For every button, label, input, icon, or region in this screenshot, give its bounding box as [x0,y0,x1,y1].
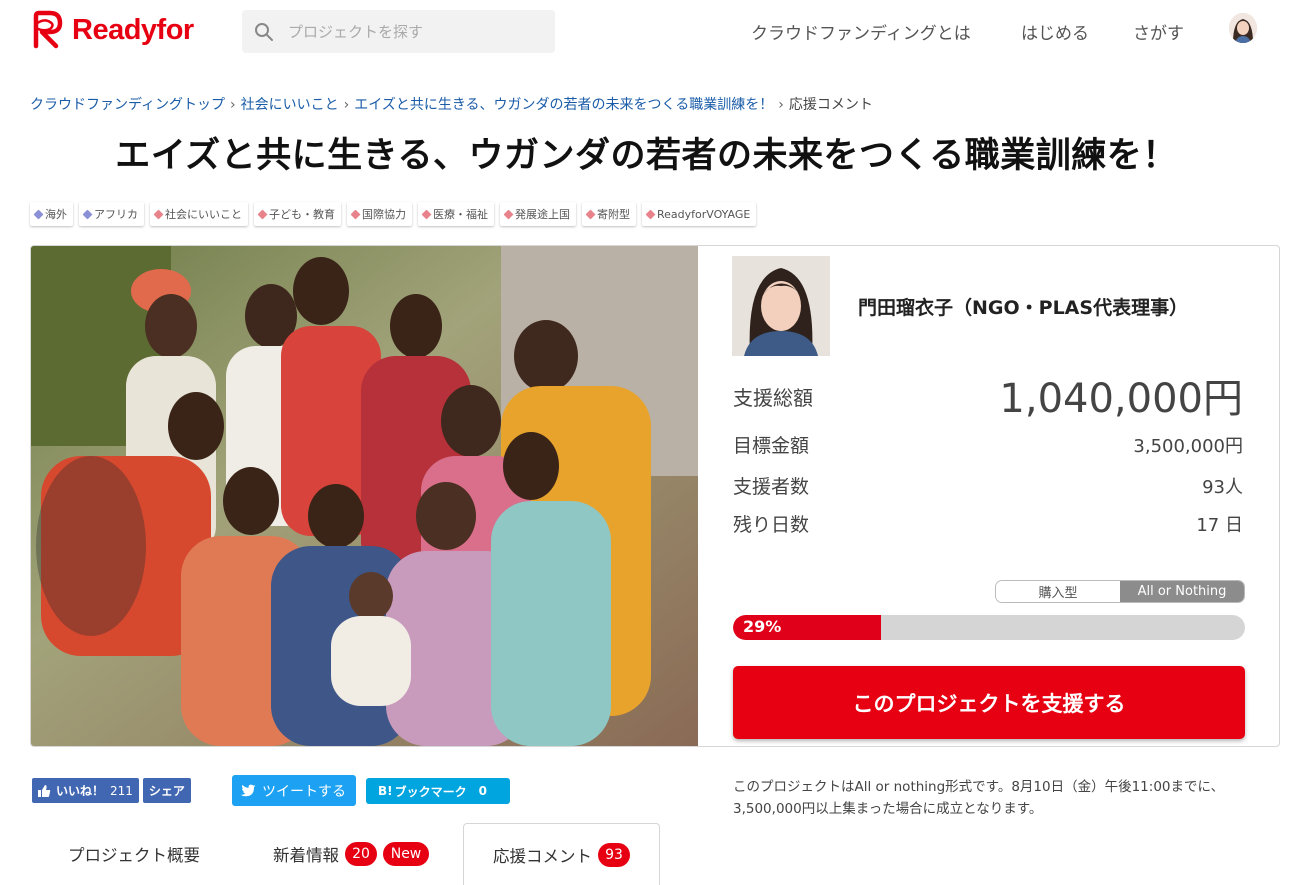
facebook-like-label: いいね！ [56,784,105,798]
tag-label: アフリカ [94,208,138,221]
breadcrumb-project[interactable]: エイズと共に生きる、ウガンダの若者の未来をつくる職業訓練を！ [354,97,773,113]
tag-icon [257,209,268,219]
logo-text: Readyfor [72,13,194,46]
readyfor-logo[interactable]: Readyfor [30,10,194,50]
type-all-or-nothing: All or Nothing [1120,581,1244,602]
tag-item[interactable]: 社会にいいこと [150,202,248,226]
tag-icon [33,209,44,219]
total-label: 支援総額 [733,386,813,410]
tweet-label: ツイートする [262,783,346,800]
tab-overview[interactable]: プロジェクト概要 [68,823,200,885]
project-card: 門田瑠衣子（NGO・PLAS代表理事） 支援総額 1,040,000円 目標金額… [30,245,1280,747]
all-or-nothing-notice: このプロジェクトはAll or nothing形式です。8月10日（金）午後11… [733,779,1225,817]
news-count-badge: 20 [345,842,377,866]
tag-item[interactable]: アフリカ [79,202,144,226]
tag-label: 社会にいいこと [165,208,242,221]
tab-overview-label: プロジェクト概要 [68,846,200,865]
project-hero-image[interactable] [31,246,698,746]
goal-value: 3,500,000円 [1133,436,1243,457]
tag-icon [645,209,656,219]
search-box[interactable] [242,10,555,53]
tag-list: 海外 アフリカ 社会にいいこと 子ども・教育 国際協力 医療・福祉 発展途上国 寄附型 Read… [30,202,757,226]
facebook-share-button[interactable]: シェア [142,778,191,803]
hatena-bookmark-button[interactable]: B! ブックマーク 0 [366,778,510,804]
new-badge: New [383,842,429,866]
site-header: Readyfor クラウドファンディングとは はじめる さがす [0,0,1293,62]
owner-portrait-image [732,256,830,356]
funding-progress-bar: 29% [733,615,1245,640]
tag-item[interactable]: ReadyforVOYAGE [642,202,757,226]
total-value: 1,040,000円 [999,376,1243,422]
tag-item[interactable]: 海外 [30,202,73,226]
type-purchase: 購入型 [996,581,1120,602]
comments-count-badge: 93 [598,842,630,867]
tag-label: ReadyforVOYAGE [657,207,751,221]
support-project-button[interactable]: このプロジェクトを支援する [733,666,1245,739]
tag-item[interactable]: 医療・福祉 [418,202,494,226]
owner-photo[interactable] [732,256,830,356]
nav-start[interactable]: はじめる [1021,19,1089,44]
tab-comments-label: 応援コメント [493,846,592,866]
tag-icon [153,209,164,219]
tag-label: 子ども・教育 [269,208,335,221]
tag-icon [421,209,432,219]
tag-icon [585,209,596,219]
tag-icon [350,209,361,219]
tag-label: 海外 [45,208,67,221]
tag-item[interactable]: 子ども・教育 [254,202,341,226]
tag-label: 国際協力 [362,208,406,221]
tag-icon [503,209,514,219]
hatena-b-icon: B! [378,784,393,798]
days-label: 残り日数 [733,514,810,536]
search-input[interactable] [288,22,538,41]
breadcrumb-separator: › [230,97,236,113]
tag-item[interactable]: 寄附型 [582,202,636,226]
tag-label: 発展途上国 [515,208,570,221]
nav-search[interactable]: さがす [1133,19,1184,44]
tag-label: 寄附型 [597,208,630,221]
twitter-bird-icon [240,784,256,796]
tag-label: 医療・福祉 [433,208,488,221]
breadcrumb-current: 応援コメント [788,97,873,113]
user-avatar-icon [1229,13,1257,43]
breadcrumb: クラウドファンディングトップ › 社会にいいこと › エイズと共に生きる、ウガンダの若者… [30,94,873,114]
breadcrumb-separator: › [778,97,784,113]
tab-news[interactable]: 新着情報 20 New [273,823,429,885]
nav-about[interactable]: クラウドファンディングとは [751,19,971,44]
owner-name[interactable]: 門田瑠衣子（NGO・PLAS代表理事） [858,293,1188,320]
funding-type-indicator: 購入型 All or Nothing [995,580,1245,603]
progress-percent: 29% [743,617,782,636]
facebook-like-count: 211 [110,783,133,798]
tag-icon [82,209,93,219]
breadcrumb-top[interactable]: クラウドファンディングトップ [30,97,225,113]
hatena-label: ブックマーク [394,784,467,799]
tweet-button[interactable]: ツイートする [232,775,356,806]
page-title: エイズと共に生きる、ウガンダの若者の未来をつくる職業訓練を！ [115,136,1178,176]
group-photo-image [31,246,698,746]
facebook-like-button[interactable]: いいね！ 211 [32,778,139,803]
tab-news-label: 新着情報 [273,846,339,865]
days-value: 17 日 [1196,515,1243,536]
search-icon [255,22,273,41]
facebook-buttons: いいね！ 211 シェア [32,778,191,803]
logo-mark-icon [33,10,63,49]
tab-comments[interactable]: 応援コメント 93 [463,823,660,885]
goal-label: 目標金額 [733,435,810,457]
tag-item[interactable]: 発展途上国 [500,202,576,226]
backers-label: 支援者数 [733,476,810,498]
breadcrumb-category[interactable]: 社会にいいこと [241,97,339,113]
thumbs-up-icon [38,784,51,797]
tag-item[interactable]: 国際協力 [347,202,412,226]
hatena-count: 0 [478,784,487,798]
breadcrumb-separator: › [343,97,350,113]
backers-value: 93人 [1202,477,1243,498]
user-avatar[interactable] [1229,13,1257,43]
